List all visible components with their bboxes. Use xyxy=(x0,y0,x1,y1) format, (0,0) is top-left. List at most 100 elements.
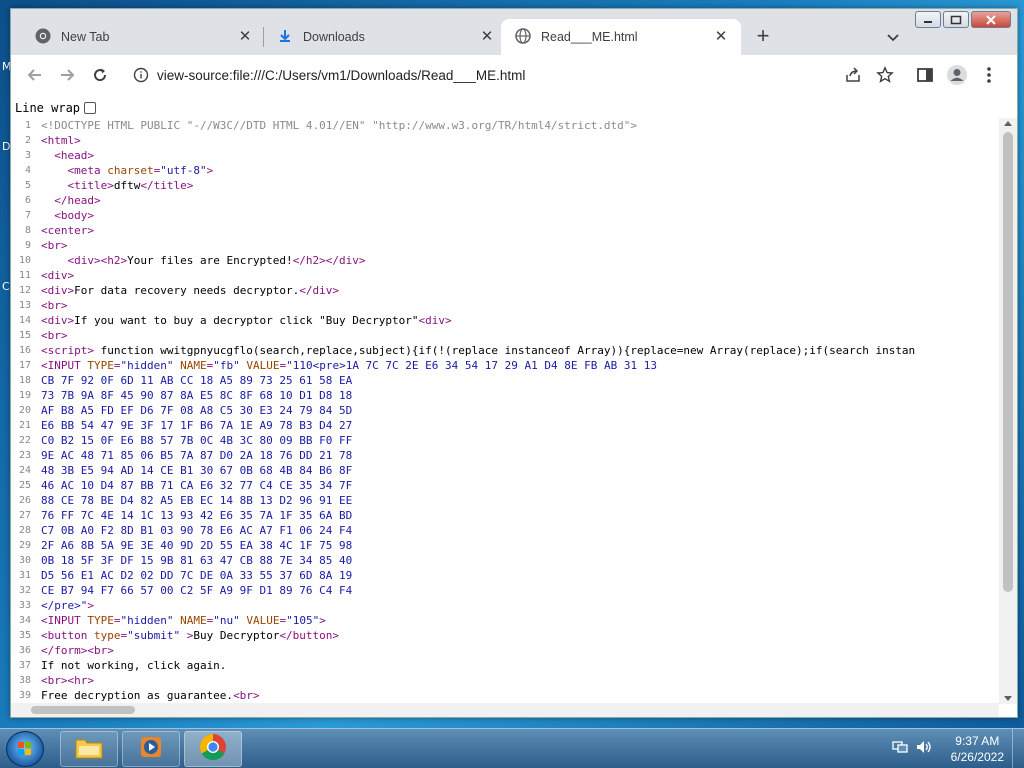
vertical-scrollbar[interactable] xyxy=(999,118,1017,704)
line-number: 28 xyxy=(18,525,31,536)
source-line: 36 </form><br> xyxy=(11,643,997,658)
line-number: 37 xyxy=(18,660,31,671)
tab-downloads[interactable]: Downloads ✕ xyxy=(263,19,507,55)
line-number: 19 xyxy=(18,390,31,401)
source-line: 16 <script> function wwitgpnyucgflo(searc… xyxy=(11,343,997,358)
source-line: 13 <br> xyxy=(11,298,997,313)
line-code: 9E AC 48 71 85 06 B5 7A 87 D0 2A 18 76 D… xyxy=(41,449,353,462)
tab-search-chevron-icon[interactable] xyxy=(883,27,903,47)
close-icon[interactable]: ✕ xyxy=(713,29,729,45)
line-number: 29 xyxy=(18,540,31,551)
source-line: 26 88 CE 78 BE D4 82 A5 EB EC 14 8B 13 D2… xyxy=(11,493,997,508)
source-line: 12 <div>For data recovery needs decryptor… xyxy=(11,283,997,298)
show-desktop-button[interactable] xyxy=(1012,729,1024,768)
source-line: 5 <title>dftw</title> xyxy=(11,178,997,193)
source-line: 20 AF B8 A5 FD EF D6 7F 08 A8 C5 30 E3 24… xyxy=(11,403,997,418)
line-code: CE B7 94 F7 66 57 00 C2 5F A9 9F D1 89 7… xyxy=(41,584,353,597)
close-window-button[interactable] xyxy=(971,11,1011,28)
line-code: <body> xyxy=(54,209,94,222)
line-number: 23 xyxy=(18,450,31,461)
clock[interactable]: 9:37 AM 6/26/2022 xyxy=(951,733,1004,765)
source-line: 3 <head> xyxy=(11,148,997,163)
line-code: D5 56 E1 AC D2 02 DD 7C DE 0A 33 55 37 6… xyxy=(41,569,353,582)
line-number: 2 xyxy=(24,135,31,146)
taskbar-media-player[interactable] xyxy=(122,731,180,767)
source-line: 37 If not working, click again. xyxy=(11,658,997,673)
line-code: 0B 18 5F 3F DF 15 9B 81 63 47 CB 88 7E 3… xyxy=(41,554,353,567)
line-wrap-checkbox[interactable] xyxy=(84,102,97,114)
forward-arrow-icon[interactable] xyxy=(55,63,79,87)
tab-read-me[interactable]: Read___ME.html ✕ xyxy=(501,19,741,55)
line-number: 22 xyxy=(18,435,31,446)
line-number: 20 xyxy=(18,405,31,416)
taskbar-explorer[interactable] xyxy=(60,731,118,767)
horizontal-scrollbar[interactable] xyxy=(11,703,999,717)
source-line: 27 76 FF 7C 4E 14 1C 13 93 42 E6 35 7A 1F… xyxy=(11,508,997,523)
line-wrap-label: Line wrap xyxy=(15,101,81,115)
line-wrap-toggle[interactable]: Line wrap xyxy=(15,101,97,115)
browser-toolbar: view-source:file:///C:/Users/vm1/Downloa… xyxy=(11,55,1017,95)
info-icon[interactable] xyxy=(133,67,149,88)
side-panel-icon[interactable] xyxy=(913,63,937,87)
source-line: 23 9E AC 48 71 85 06 B5 7A 87 D0 2A 18 76… xyxy=(11,448,997,463)
source-line: 33 </pre>"> xyxy=(11,598,997,613)
share-icon[interactable] xyxy=(841,63,865,87)
source-line: 31 D5 56 E1 AC D2 02 DD 7C DE 0A 33 55 37… xyxy=(11,568,997,583)
network-icon[interactable] xyxy=(891,739,909,760)
line-number: 7 xyxy=(24,210,31,221)
line-code: <title>dftw</title> xyxy=(67,179,194,192)
line-code: <br> xyxy=(41,299,68,312)
new-tab-button[interactable]: + xyxy=(751,25,775,49)
taskbar-chrome[interactable] xyxy=(184,731,242,767)
line-code: AF B8 A5 FD EF D6 7F 08 A8 C5 30 E3 24 7… xyxy=(41,404,353,417)
line-number: 31 xyxy=(18,570,31,581)
line-number: 8 xyxy=(24,225,31,236)
source-line: 18 CB 7F 92 0F 6D 11 AB CC 18 A5 89 73 25… xyxy=(11,373,997,388)
url-text[interactable]: view-source:file:///C:/Users/vm1/Downloa… xyxy=(157,68,525,83)
tab-new-tab[interactable]: New Tab ✕ xyxy=(21,19,265,55)
address-bar[interactable]: view-source:file:///C:/Users/vm1/Downloa… xyxy=(123,60,843,90)
line-code: 48 3B E5 94 AD 14 CE B1 30 67 0B 68 4B 8… xyxy=(41,464,353,477)
source-line: 22 C0 B2 15 0F E6 B8 57 7B 0C 4B 3C 80 09… xyxy=(11,433,997,448)
profile-avatar-icon[interactable] xyxy=(945,63,969,87)
menu-kebab-icon[interactable] xyxy=(977,63,1001,87)
volume-icon[interactable] xyxy=(915,739,933,760)
taskbar: 9:37 AM 6/26/2022 xyxy=(0,728,1024,768)
tab-label: Downloads xyxy=(303,30,365,44)
source-code-view: 1 <!DOCTYPE HTML PUBLIC "-//W3C//DTD HTML… xyxy=(11,118,997,704)
line-code: <head> xyxy=(54,149,94,162)
line-number: 39 xyxy=(18,690,31,701)
scroll-up-arrow-icon[interactable] xyxy=(1004,121,1012,126)
scroll-down-arrow-icon[interactable] xyxy=(1004,696,1012,701)
close-icon[interactable]: ✕ xyxy=(479,29,495,45)
window-controls xyxy=(913,11,1011,28)
source-line: 35 <button type="submit" >Buy Decryptor</… xyxy=(11,628,997,643)
chrome-icon xyxy=(198,732,228,767)
globe-icon xyxy=(515,27,531,47)
line-code: <div>For data recovery needs decryptor.<… xyxy=(41,284,340,297)
line-code: <div><h2>Your files are Encrypted!</h2><… xyxy=(67,254,366,267)
bookmark-star-icon[interactable] xyxy=(873,63,897,87)
line-code: <button type="submit" >Buy Decryptor</bu… xyxy=(41,629,340,642)
line-number: 38 xyxy=(18,675,31,686)
clock-time: 9:37 AM xyxy=(955,734,1000,748)
source-line: 14 <div>If you want to buy a decryptor cl… xyxy=(11,313,997,328)
reload-icon[interactable] xyxy=(88,63,112,87)
line-code: 88 CE 78 BE D4 82 A5 EB EC 14 8B 13 D2 9… xyxy=(41,494,353,507)
line-code: If not working, click again. xyxy=(41,659,227,672)
line-number: 26 xyxy=(18,495,31,506)
back-arrow-icon[interactable] xyxy=(23,63,47,87)
start-button[interactable] xyxy=(6,731,44,767)
minimize-button[interactable] xyxy=(915,11,941,28)
line-number: 4 xyxy=(24,165,31,176)
source-line: 1 <!DOCTYPE HTML PUBLIC "-//W3C//DTD HTML… xyxy=(11,118,997,133)
close-icon[interactable]: ✕ xyxy=(237,29,253,45)
scroll-thumb[interactable] xyxy=(31,706,135,714)
line-number: 11 xyxy=(18,270,31,281)
maximize-button[interactable] xyxy=(943,11,969,28)
line-number: 1 xyxy=(24,120,31,131)
scroll-thumb[interactable] xyxy=(1003,132,1013,592)
line-code: <br> xyxy=(41,239,68,252)
line-number: 16 xyxy=(18,345,31,356)
line-code: <br> xyxy=(41,329,68,342)
